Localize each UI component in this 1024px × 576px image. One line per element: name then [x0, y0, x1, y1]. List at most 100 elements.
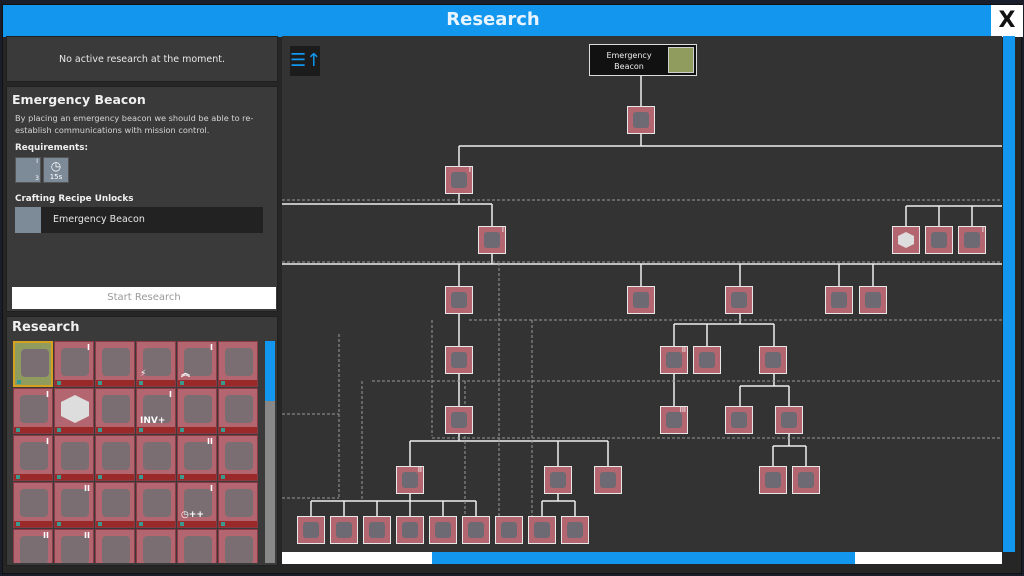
- research-item[interactable]: I: [54, 341, 94, 387]
- research-item[interactable]: II: [177, 435, 217, 481]
- overlay-label: ◷++: [181, 510, 204, 520]
- research-item[interactable]: [95, 529, 135, 563]
- tier-badge: III: [679, 406, 686, 414]
- research-item[interactable]: [218, 435, 258, 481]
- tree-node[interactable]: II: [660, 346, 688, 374]
- requirement-component[interactable]: I 3: [15, 157, 41, 183]
- tree-node[interactable]: I: [478, 226, 506, 254]
- tree-node[interactable]: [925, 226, 953, 254]
- research-item[interactable]: [95, 482, 135, 528]
- tree-node[interactable]: [297, 516, 325, 544]
- tree-node[interactable]: [859, 286, 887, 314]
- belt-icon: [731, 292, 747, 308]
- tree-node[interactable]: [725, 406, 753, 434]
- tree-node[interactable]: [429, 516, 457, 544]
- tree-node[interactable]: [544, 466, 572, 494]
- research-list-scroll-thumb[interactable]: [265, 341, 275, 401]
- research-item[interactable]: I ︽: [177, 341, 217, 387]
- research-item[interactable]: [136, 435, 176, 481]
- tier-badge: II: [417, 466, 422, 474]
- crystal-icon: [451, 352, 467, 368]
- research-item[interactable]: [95, 341, 135, 387]
- research-item[interactable]: [136, 529, 176, 563]
- tree-node[interactable]: [495, 516, 523, 544]
- loader-icon: [435, 522, 451, 538]
- tree-node[interactable]: [445, 406, 473, 434]
- tree-node[interactable]: [594, 466, 622, 494]
- tree-node[interactable]: [627, 106, 655, 134]
- tree-node[interactable]: I: [958, 226, 986, 254]
- research-item[interactable]: II: [54, 482, 94, 528]
- unlock-item[interactable]: Emergency Beacon: [15, 207, 263, 233]
- tree-node[interactable]: III: [660, 406, 688, 434]
- wall-icon: [468, 522, 484, 538]
- research-item[interactable]: [218, 529, 258, 563]
- research-item[interactable]: II: [54, 529, 94, 563]
- research-item[interactable]: ⚡: [136, 341, 176, 387]
- research-item[interactable]: I: [13, 435, 53, 481]
- research-item[interactable]: [54, 388, 94, 434]
- tree-horizontal-scrollbar[interactable]: [282, 552, 1002, 564]
- research-tree-canvas[interactable]: ☰↑ Emergency Beacon I I I II III II: [282, 36, 1002, 552]
- unlock-item-name: Emergency Beacon: [53, 214, 145, 225]
- research-item[interactable]: [218, 388, 258, 434]
- tree-root-node[interactable]: Emergency Beacon: [589, 44, 697, 76]
- status-indicator: [57, 475, 61, 479]
- research-item[interactable]: [177, 529, 217, 563]
- research-item[interactable]: [95, 388, 135, 434]
- tree-node[interactable]: [693, 346, 721, 374]
- tree-node[interactable]: [363, 516, 391, 544]
- research-detail-panel: Emergency Beacon By placing an emergency…: [6, 86, 278, 312]
- machine-icon: [402, 522, 418, 538]
- tier-badge: II: [84, 484, 90, 493]
- research-list-scrollbar[interactable]: [265, 341, 275, 563]
- tree-node[interactable]: [825, 286, 853, 314]
- pump-icon: [369, 522, 385, 538]
- tier-badge: I: [501, 226, 504, 234]
- research-item[interactable]: I ◷++: [177, 482, 217, 528]
- hexagon-icon: [61, 395, 89, 423]
- tree-node[interactable]: [725, 286, 753, 314]
- tree-node[interactable]: [759, 346, 787, 374]
- research-item[interactable]: II: [13, 529, 53, 563]
- active-research-panel: No active research at the moment.: [6, 36, 278, 82]
- tree-node[interactable]: I: [445, 166, 473, 194]
- research-item[interactable]: [136, 482, 176, 528]
- status-indicator: [139, 381, 143, 385]
- status-indicator: [17, 380, 21, 384]
- overlay-label: ︽: [181, 369, 191, 379]
- research-item[interactable]: [13, 482, 53, 528]
- research-item[interactable]: [218, 482, 258, 528]
- close-button[interactable]: X: [991, 5, 1023, 37]
- research-item[interactable]: I: [13, 388, 53, 434]
- start-research-button[interactable]: Start Research: [12, 287, 276, 309]
- sort-button[interactable]: ☰↑: [290, 46, 321, 76]
- research-item[interactable]: I INV+: [136, 388, 176, 434]
- tree-node[interactable]: [759, 466, 787, 494]
- tree-node[interactable]: [792, 466, 820, 494]
- conveyor-icon: [964, 232, 980, 248]
- research-item[interactable]: [177, 388, 217, 434]
- tree-node[interactable]: [445, 346, 473, 374]
- tree-node[interactable]: [892, 226, 920, 254]
- research-item[interactable]: [218, 341, 258, 387]
- research-item[interactable]: [13, 341, 53, 387]
- tree-node[interactable]: [462, 516, 490, 544]
- requirement-time[interactable]: ◷ 15s: [43, 157, 69, 183]
- tree-node[interactable]: [528, 516, 556, 544]
- tree-node[interactable]: [330, 516, 358, 544]
- tree-node[interactable]: [445, 286, 473, 314]
- tree-node[interactable]: [627, 286, 655, 314]
- research-item[interactable]: [95, 435, 135, 481]
- tree-vertical-scrollbar[interactable]: [1003, 36, 1015, 552]
- tree-node[interactable]: [775, 406, 803, 434]
- research-item[interactable]: [54, 435, 94, 481]
- emergency-beacon-icon: [21, 349, 49, 377]
- tree-root-label: Emergency Beacon: [606, 51, 652, 71]
- status-indicator: [98, 522, 102, 526]
- tree-node[interactable]: [561, 516, 589, 544]
- tree-node[interactable]: II: [396, 466, 424, 494]
- tree-horizontal-scroll-thumb[interactable]: [432, 552, 855, 564]
- tree-node[interactable]: [396, 516, 424, 544]
- status-indicator: [221, 381, 225, 385]
